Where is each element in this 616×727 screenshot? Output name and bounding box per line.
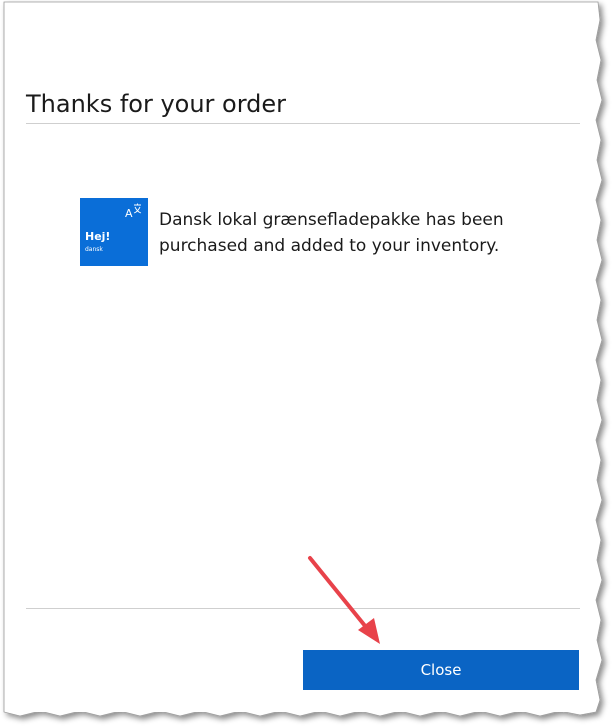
tile-greeting: Hej!: [85, 230, 111, 243]
language-pack-tile: A Hej! dansk: [80, 198, 148, 266]
close-button[interactable]: Close: [303, 650, 579, 690]
svg-text:A: A: [125, 207, 133, 220]
footer-divider: [26, 608, 580, 609]
order-confirmation-dialog: Thanks for your order A Hej! dansk Dansk…: [10, 4, 594, 712]
language-icon: A: [125, 203, 142, 220]
purchased-item: A Hej! dansk Dansk lokal grænsefladepakk…: [80, 198, 539, 266]
tile-language: dansk: [85, 246, 103, 253]
dialog-title: Thanks for your order: [26, 90, 287, 118]
purchase-message: Dansk lokal grænsefladepakke has been pu…: [159, 210, 504, 256]
title-divider: [26, 123, 580, 124]
screenshot: Thanks for your order A Hej! dansk Dansk…: [0, 0, 616, 727]
